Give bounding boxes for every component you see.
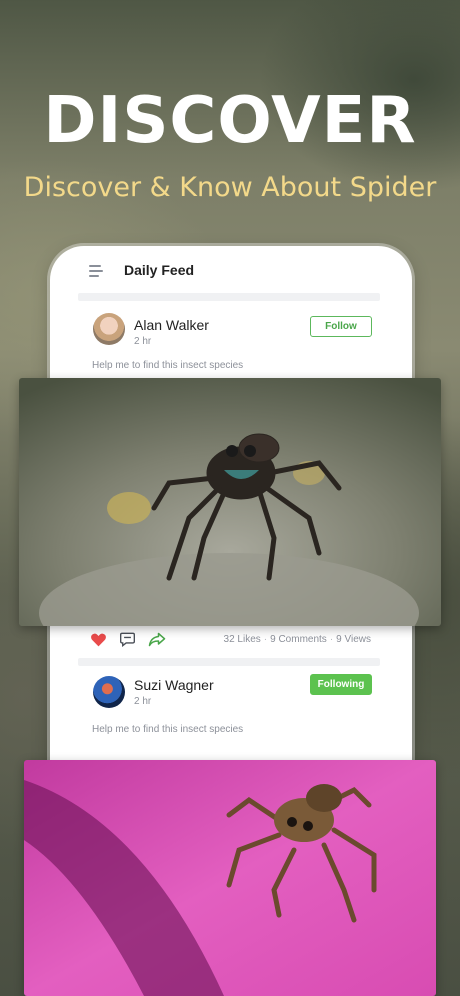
post-photo[interactable] [24,760,436,996]
post-photo[interactable] [19,378,441,626]
likes-count[interactable]: 32 Likes [224,634,261,645]
follow-button[interactable]: Follow [310,316,372,337]
app-header: Daily Feed [50,246,412,294]
comment-icon[interactable] [119,632,136,647]
hero-subtitle: Discover & Know About Spider [23,172,437,203]
spider-photo-rock [19,378,441,626]
post-caption: Help me to find this insect species [92,724,244,735]
avatar[interactable] [93,313,125,345]
spider-photo-petal [24,760,436,996]
post-stats: 32 Likes · 9 Comments · 9 Views [223,634,371,645]
comments-count[interactable]: 9 Comments [270,634,327,645]
user-name[interactable]: Alan Walker [134,317,209,333]
post-caption: Help me to find this insect species [92,360,244,371]
divider [78,658,380,666]
page-title: Daily Feed [124,262,195,278]
user-name[interactable]: Suzi Wagner [134,677,214,693]
following-button[interactable]: Following [310,674,372,695]
hero-title: DISCOVER [43,84,417,158]
post-time: 2 hr [134,696,152,707]
heart-icon[interactable] [90,632,107,647]
divider [78,293,380,301]
share-icon[interactable] [148,632,166,647]
menu-icon[interactable] [89,265,103,277]
post-time: 2 hr [134,336,152,347]
post-actions: 32 Likes · 9 Comments · 9 Views [50,628,412,652]
avatar[interactable] [93,676,125,708]
views-count: 9 Views [336,634,371,645]
